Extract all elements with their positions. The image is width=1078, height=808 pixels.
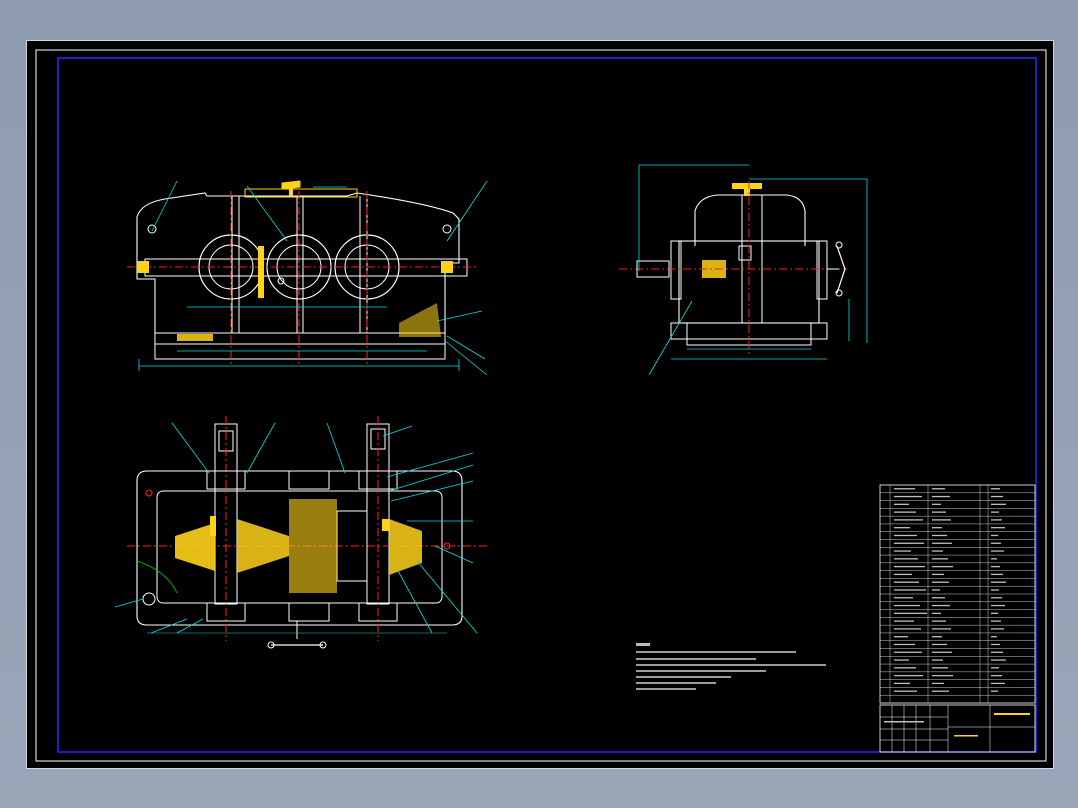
parts-list-cell-text [894, 674, 923, 677]
parts-list-cell-text [991, 690, 998, 692]
parts-list-cell-text [932, 612, 941, 614]
parts-list-cell-text [991, 667, 999, 669]
parts-list-cell-text [991, 495, 1003, 498]
parts-list-cell-text [932, 636, 942, 638]
parts-list-cell-text [894, 534, 917, 537]
parts-list-cell-text [894, 589, 926, 591]
parts-list-cell-text [991, 511, 999, 513]
parts-list-cell-text [894, 488, 915, 490]
parts-list-cell-text [932, 573, 944, 576]
side-view [619, 164, 868, 376]
parts-list-cell-text [932, 674, 953, 677]
title-block-cell-text [884, 721, 924, 723]
parts-list-cell-text [932, 659, 943, 661]
parts-list-cell-text [991, 565, 1000, 568]
parts-list-cell-text [932, 558, 948, 560]
parts-list-cell-text [991, 542, 1001, 544]
parts-list-cell-text [894, 612, 927, 614]
parts-list-cell-text [894, 503, 909, 505]
parts-list-cell-text [932, 581, 949, 583]
parts-list-cell-text [894, 651, 922, 653]
parts-list-cell-text [932, 565, 953, 568]
parts-list-cell-text [894, 573, 912, 576]
parts-list-cell-text [991, 534, 998, 537]
parts-list-cell-text [894, 682, 910, 685]
parts-list-cell-text [991, 612, 998, 614]
parts-list-cell-text [991, 620, 1001, 622]
parts-list-cell-text [991, 674, 1002, 677]
parts-list-cell-text [932, 542, 952, 544]
parts-list-cell-text [894, 542, 924, 544]
parts-list-cell-text [991, 488, 1000, 490]
parts-list-cell-text [894, 604, 920, 607]
parts-list-cell-text [932, 597, 945, 599]
parts-list-cell-text [991, 659, 1006, 661]
parts-list-cell-text [932, 511, 946, 513]
parts-list-cell-text [991, 604, 1005, 607]
drawing-frame [57, 57, 1037, 753]
parts-list-cell-text [932, 550, 943, 552]
parts-list-cell-text [932, 643, 947, 646]
parts-list-cell-text [932, 589, 940, 591]
parts-list-cell-text [894, 628, 921, 630]
title-block-frame [879, 704, 1036, 753]
parts-list-cell-text [991, 636, 997, 638]
parts-list-cell-text [932, 682, 944, 685]
parts-list-cell-text [991, 589, 999, 591]
parts-list-cell-text [991, 573, 1003, 576]
parts-list-cell-text [932, 690, 949, 692]
parts-list-cell-text [894, 659, 909, 661]
parts-list-cell-text [932, 527, 942, 529]
top-view [114, 416, 487, 649]
parts-list-cell-text [991, 503, 1006, 505]
parts-list-cell-text [991, 558, 997, 560]
parts-list-cell-text [991, 519, 1002, 521]
parts-list-cell-text [932, 604, 950, 607]
parts-list-cell-text [894, 597, 913, 599]
parts-list-cell-text [894, 667, 916, 669]
parts-list-cell-text [894, 527, 910, 529]
parts-list-cell-text [991, 651, 1003, 653]
parts-list [879, 484, 1036, 704]
parts-list-cell-text [894, 636, 908, 638]
parts-list-cell-text [991, 597, 1002, 599]
tech-notes [636, 643, 826, 690]
parts-list-cell-text [894, 581, 919, 583]
parts-list-cell-text [991, 550, 1004, 552]
parts-list-cell-text [991, 682, 1005, 685]
parts-list-cell-text [894, 620, 914, 622]
cad-drawing [35, 49, 1047, 762]
parts-list-cell-text [894, 550, 911, 552]
drawing-sheet [26, 40, 1054, 769]
parts-list-cell-text [932, 495, 950, 498]
parts-list-cell-text [991, 581, 1006, 583]
parts-list-cell-text [894, 643, 915, 646]
parts-list-cell-text [894, 511, 916, 513]
parts-list-cell-text [932, 651, 952, 653]
parts-list-cell-text [932, 620, 946, 622]
title-block [879, 704, 1036, 753]
title-block-cell-text [954, 735, 978, 737]
parts-list-cell-text [932, 628, 951, 630]
parts-list-cell-text [894, 495, 922, 498]
parts-list-cell-text [932, 667, 948, 669]
parts-list-cell-text [932, 534, 947, 537]
inner-frame [35, 49, 1047, 762]
parts-list-cell-text [894, 558, 918, 560]
parts-list-cell-text [932, 488, 945, 490]
parts-list-cell-text [932, 519, 951, 521]
parts-list-cell-text [991, 643, 1000, 646]
parts-list-cell-text [991, 628, 1004, 630]
title-block-drawing-name [994, 713, 1030, 715]
parts-list-cell-text [932, 503, 941, 505]
parts-list-cell-text [894, 690, 917, 692]
front-view [127, 180, 488, 376]
parts-list-cell-text [894, 565, 925, 568]
parts-list-cell-text [991, 527, 1005, 529]
parts-list-cell-text [894, 519, 923, 521]
